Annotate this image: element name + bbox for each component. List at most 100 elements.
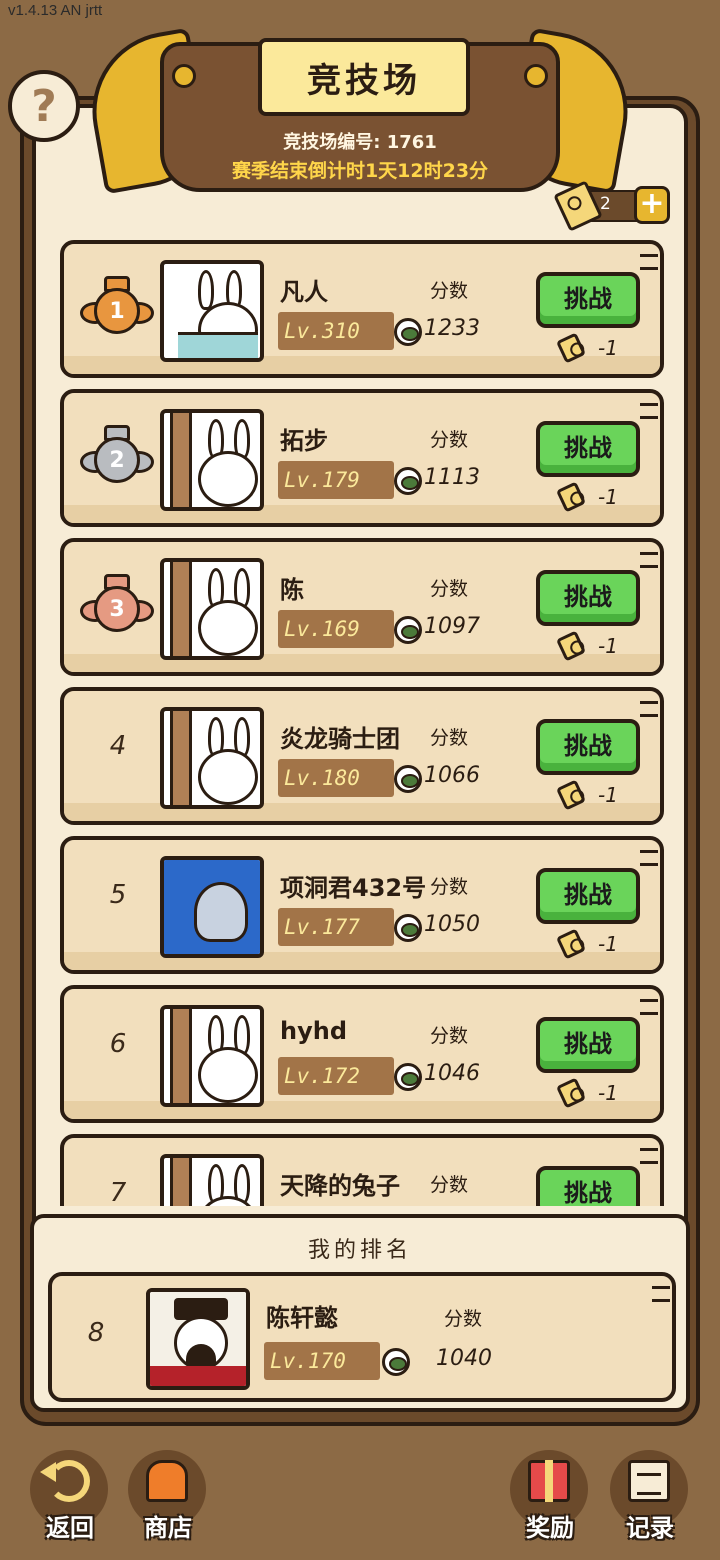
ticket-cost: -1	[555, 779, 640, 813]
shop-label: 商店	[144, 1514, 192, 1542]
knight-helmet-icon	[194, 882, 248, 942]
medal-rank: 2	[94, 437, 140, 483]
my-avatar[interactable]	[146, 1288, 250, 1390]
row-decoration	[640, 850, 658, 866]
ranking-row: 3 陈 分数 Lv.169 1097 挑战 -1	[60, 538, 664, 676]
ticket-count: 2	[600, 194, 611, 214]
ticket-cost-value: -1	[598, 783, 618, 807]
score-gem-icon	[394, 1063, 422, 1091]
ranking-row: 2 拓步 分数 Lv.179 1113 挑战 -1	[60, 389, 664, 527]
avatar-head	[198, 451, 258, 507]
back-button[interactable]: 返回	[30, 1450, 110, 1542]
player-avatar[interactable]	[160, 707, 264, 809]
player-avatar[interactable]	[160, 856, 264, 958]
rank-number: 4	[109, 731, 127, 761]
score-gem-icon	[394, 467, 422, 495]
shop-button[interactable]: 商店	[128, 1450, 208, 1542]
player-avatar[interactable]	[160, 409, 264, 511]
ranking-row: 6 hyhd 分数 Lv.172 1046 挑战 -1	[60, 985, 664, 1123]
rank-number: 6	[109, 1029, 127, 1059]
my-score-label: 分数	[444, 1308, 483, 1330]
my-ranking-row: 8 陈轩懿 分数 Lv.170 1040	[48, 1272, 676, 1402]
medal-rank: 1	[94, 288, 140, 334]
spiked-club-icon	[170, 711, 192, 805]
spiked-club-icon	[170, 1009, 192, 1103]
robe-icon	[150, 1366, 246, 1386]
level-badge: Lv.177	[278, 908, 394, 946]
challenge-button[interactable]: 挑战	[536, 421, 640, 477]
clipboard-icon	[628, 1460, 670, 1502]
rank-number: 5	[109, 880, 127, 910]
ranking-row: 7 天降的兔子 分数 挑战 -1	[60, 1134, 664, 1206]
record-button[interactable]: 记录	[610, 1450, 690, 1542]
level-badge: Lv.180	[278, 759, 394, 797]
challenge-button[interactable]: 挑战	[536, 570, 640, 626]
player-avatar[interactable]	[160, 1005, 264, 1107]
my-player-name: 陈轩懿	[266, 1304, 338, 1332]
ticket-cost: -1	[555, 630, 640, 664]
avatar-head	[198, 1047, 258, 1103]
score-value: 1113	[424, 465, 480, 490]
player-name: 拓步	[280, 427, 328, 455]
ticket-cost: -1	[555, 928, 640, 962]
score-label: 分数	[430, 280, 469, 302]
row-decoration	[652, 1286, 670, 1302]
row-decoration	[640, 1148, 658, 1164]
arena-number-label: 竞技场编号:	[283, 132, 381, 153]
level-badge: Lv.310	[278, 312, 394, 350]
ticket-cost-value: -1	[598, 485, 618, 509]
row-decoration	[640, 701, 658, 717]
score-value: 1097	[424, 614, 480, 639]
score-value: 1046	[424, 1061, 480, 1086]
score-label: 分数	[430, 727, 469, 749]
ticket-icon	[555, 928, 587, 960]
gift-icon	[528, 1460, 570, 1502]
challenge-button[interactable]: 挑战	[536, 719, 640, 775]
ticket-cost-value: -1	[598, 634, 618, 658]
ticket-icon	[555, 1077, 587, 1109]
player-name: 炎龙骑士团	[280, 725, 400, 753]
bolt-icon	[172, 64, 196, 88]
score-label: 分数	[430, 1174, 469, 1196]
ranking-list[interactable]: 1 凡人 分数 Lv.310 1233 挑战 -1 2 拓步 分数 Lv.179…	[60, 240, 666, 1206]
my-ranking-panel: 我的排名 8 陈轩懿 分数 Lv.170 1040	[30, 1214, 690, 1412]
avatar-head	[198, 749, 258, 805]
score-gem-icon	[394, 914, 422, 942]
version-label: v1.4.13 AN jrtt	[8, 2, 103, 19]
back-arrow-icon	[40, 1460, 90, 1502]
ranking-row: 4 炎龙骑士团 分数 Lv.180 1066 挑战 -1	[60, 687, 664, 825]
arena-number-value: 1761	[386, 132, 437, 153]
score-value: 1050	[424, 912, 480, 937]
challenge-button[interactable]: 挑战	[536, 1166, 640, 1206]
ticket-cost-value: -1	[598, 932, 618, 956]
silver-medal-icon: 2	[80, 425, 154, 495]
bronze-medal-icon: 3	[80, 574, 154, 644]
score-gem-icon	[394, 318, 422, 346]
player-avatar[interactable]	[160, 558, 264, 660]
avatar-head	[198, 1196, 258, 1206]
scarf-icon	[178, 332, 258, 358]
help-button[interactable]: ?	[8, 70, 80, 142]
arena-number: 竞技场编号: 1761	[160, 128, 560, 154]
add-ticket-button[interactable]: +	[634, 186, 670, 224]
reward-button[interactable]: 奖励	[510, 1450, 590, 1542]
record-label: 记录	[626, 1514, 674, 1542]
ticket-icon	[555, 779, 587, 811]
challenge-button[interactable]: 挑战	[536, 868, 640, 924]
season-countdown: 赛季结束倒计时1天12时23分	[231, 160, 489, 182]
player-avatar[interactable]	[160, 1154, 264, 1206]
player-name: 天降的兔子	[280, 1172, 400, 1200]
score-value: 1066	[424, 763, 480, 788]
challenge-button[interactable]: 挑战	[536, 1017, 640, 1073]
page-title: 竞技场	[258, 38, 470, 116]
ticket-icon	[555, 481, 587, 513]
ticket-counter: 2 +	[553, 180, 670, 232]
gold-medal-icon: 1	[80, 276, 154, 346]
row-decoration	[640, 552, 658, 568]
my-rank-number: 8	[87, 1318, 105, 1348]
player-avatar[interactable]	[160, 260, 264, 362]
page-title-text: 竞技场	[307, 60, 421, 101]
challenge-button[interactable]: 挑战	[536, 272, 640, 328]
my-ranking-title: 我的排名	[307, 1238, 412, 1263]
level-badge: Lv.179	[278, 461, 394, 499]
